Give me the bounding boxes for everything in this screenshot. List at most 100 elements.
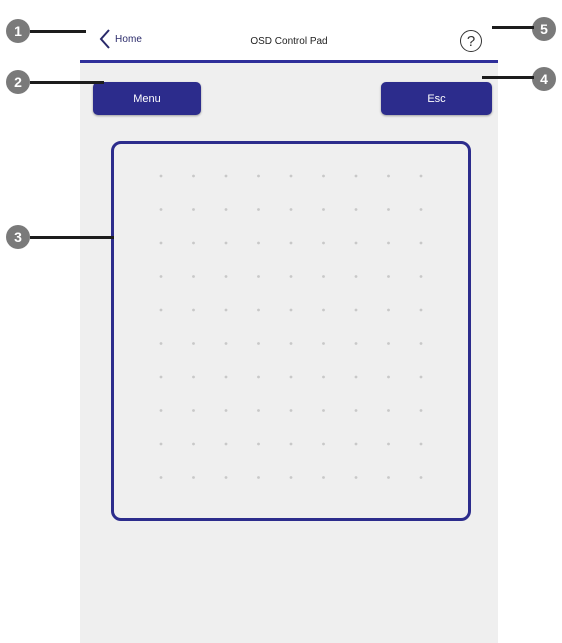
- touchpad-dot: [387, 275, 390, 278]
- touchpad-dot: [159, 208, 163, 211]
- page-title: OSD Control Pad: [250, 36, 328, 47]
- touchpad-dot: [257, 375, 260, 379]
- touchpad-dot: [159, 375, 163, 379]
- touchpad-dot: [159, 275, 163, 278]
- touchpad-dot: [289, 442, 293, 446]
- touchpad-dot: [159, 442, 163, 446]
- touchpad-dot: [257, 409, 260, 412]
- touchpad-dot: [224, 442, 228, 446]
- touchpad-dot: [289, 375, 293, 379]
- question-circle-icon: ?: [466, 32, 476, 50]
- touchpad-dot: [159, 308, 163, 312]
- touchpad-dot: [257, 275, 260, 278]
- touchpad-dot: [289, 275, 293, 278]
- menu-button[interactable]: Menu: [93, 82, 201, 115]
- touchpad-dot: [224, 375, 228, 379]
- touch-control-pad[interactable]: [111, 141, 471, 521]
- touchpad-dot: [419, 342, 423, 345]
- callout-line-5: [492, 26, 534, 29]
- touchpad-dot: [387, 409, 390, 412]
- touchpad-dot: [322, 241, 325, 245]
- touchpad-dot: [387, 476, 390, 479]
- touchpad-dot: [354, 308, 358, 312]
- touchpad-dot: [322, 409, 325, 412]
- touchpad-dot: [224, 275, 228, 278]
- callout-2: 2: [6, 70, 30, 94]
- touchpad-dot: [419, 375, 423, 379]
- callout-1: 1: [6, 19, 30, 43]
- touchpad-dot: [419, 174, 423, 178]
- touchpad-dot: [257, 241, 260, 245]
- navigation-bar: Home OSD Control Pad ?: [80, 14, 498, 60]
- touchpad-dot: [192, 275, 195, 278]
- touchpad-dot: [289, 174, 293, 178]
- touchpad-dot: [387, 241, 390, 245]
- touchpad-dot: [289, 308, 293, 312]
- touchpad-dot: [419, 275, 423, 278]
- callout-3: 3: [6, 225, 30, 249]
- callout-4: 4: [532, 67, 556, 91]
- touchpad-dot: [224, 308, 228, 312]
- touchpad-dot: [159, 241, 163, 245]
- touchpad-dot: [192, 375, 195, 379]
- nav-divider: [80, 60, 498, 63]
- touchpad-dot: [289, 409, 293, 412]
- touchpad-dot: [387, 208, 390, 211]
- touchpad-dot: [159, 174, 163, 178]
- touchpad-dot: [354, 275, 358, 278]
- touchpad-dot: [192, 308, 195, 312]
- touchpad-dot: [224, 208, 228, 211]
- touchpad-dot: [289, 241, 293, 245]
- touchpad-dot: [192, 442, 195, 446]
- touchpad-dot: [192, 342, 195, 345]
- touchpad-dot: [192, 476, 195, 479]
- touchpad-dot: [257, 208, 260, 211]
- callout-5: 5: [532, 17, 556, 41]
- touchpad-dot: [354, 174, 358, 178]
- touchpad-dot: [419, 442, 423, 446]
- touchpad-dot: [354, 442, 358, 446]
- touchpad-dot: [419, 308, 423, 312]
- touchpad-dot-grid: [159, 174, 423, 479]
- touchpad-dot: [387, 174, 390, 178]
- touchpad-dot: [159, 409, 163, 412]
- touchpad-dot: [257, 308, 260, 312]
- callout-line-2: [30, 81, 104, 84]
- touchpad-dot: [419, 476, 423, 479]
- touchpad-dot: [387, 375, 390, 379]
- touchpad-dot: [159, 476, 163, 479]
- touchpad-dot: [224, 342, 228, 345]
- touchpad-dot: [257, 174, 260, 178]
- touchpad-dot: [322, 375, 325, 379]
- touchpad-dot: [322, 476, 325, 479]
- touchpad-dot: [192, 208, 195, 211]
- touchpad-dot: [289, 476, 293, 479]
- callout-line-3: [30, 236, 114, 239]
- touchpad-dot: [224, 476, 228, 479]
- touchpad-dot: [224, 409, 228, 412]
- touchpad-dot: [354, 342, 358, 345]
- touchpad-dot: [419, 409, 423, 412]
- help-button[interactable]: ?: [460, 30, 482, 52]
- touchpad-dot: [224, 241, 228, 245]
- touchpad-dot: [257, 442, 260, 446]
- touchpad-dot: [419, 208, 423, 211]
- touchpad-dot: [322, 308, 325, 312]
- touchpad-dot: [354, 208, 358, 211]
- esc-button[interactable]: Esc: [381, 82, 492, 115]
- touchpad-dot: [289, 208, 293, 211]
- touchpad-dot: [322, 174, 325, 178]
- touchpad-dot: [322, 275, 325, 278]
- touchpad-dot: [322, 342, 325, 345]
- app-screen: Home OSD Control Pad ? Menu Esc: [80, 14, 498, 643]
- touchpad-dot: [257, 476, 260, 479]
- touchpad-dot: [387, 342, 390, 345]
- callout-line-4: [482, 76, 534, 79]
- touchpad-dot: [159, 342, 163, 345]
- touchpad-dot: [354, 476, 358, 479]
- touchpad-dot: [192, 409, 195, 412]
- touchpad-dot: [224, 174, 228, 178]
- touchpad-dot: [192, 174, 195, 178]
- touchpad-dot: [419, 241, 423, 245]
- touchpad-dot: [257, 342, 260, 345]
